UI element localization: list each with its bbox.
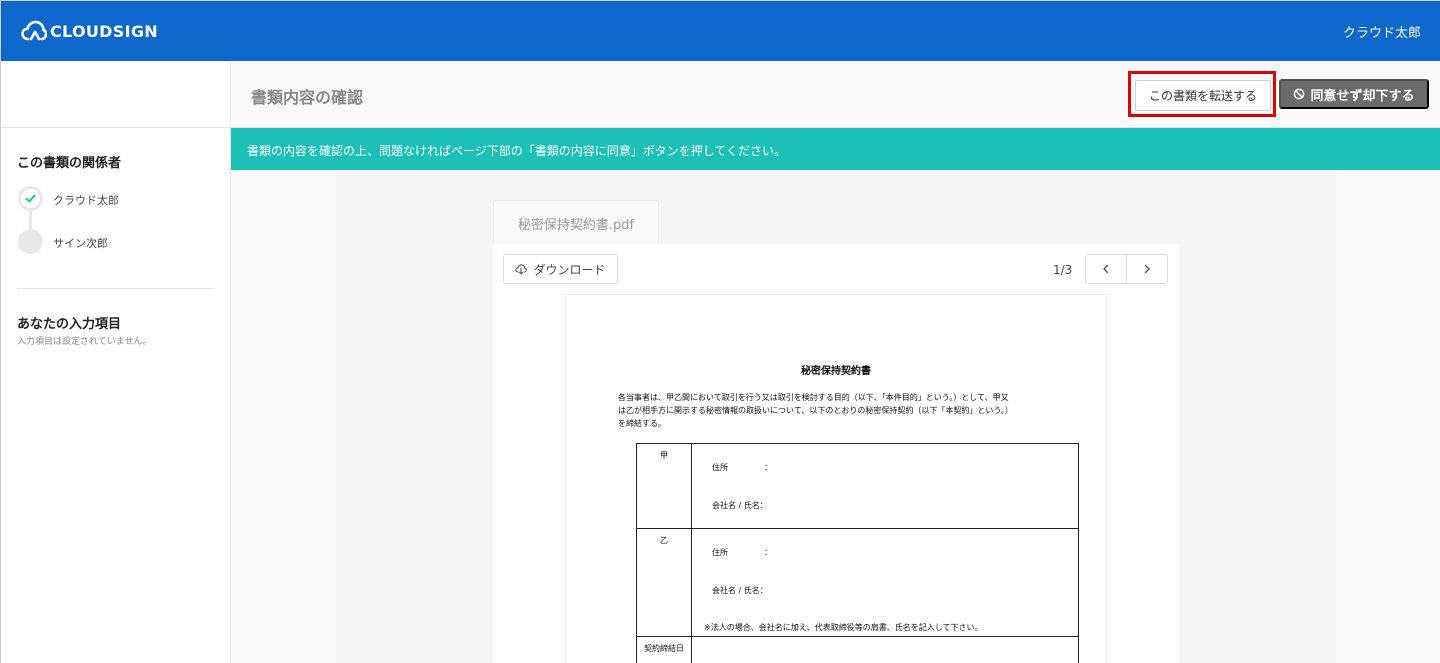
download-label: ダウンロード [533, 262, 606, 277]
reject-button-label: 同意せず却下する [1310, 87, 1415, 103]
company-label: 会社名 / 氏名： [712, 501, 768, 510]
file-tab[interactable]: 秘密保持契約書.pdf [493, 200, 659, 245]
prev-page-button[interactable] [1086, 255, 1126, 283]
party-name: クラウド太郎 [53, 194, 119, 207]
party-status-done [18, 186, 43, 211]
document-viewer: 秘密保持契約書.pdf ダウンロード 1/3 秘密保持契約書 各当事者は、甲乙間… [336, 170, 1336, 663]
corporate-note: ※法人の場合、会社名に加え、代表取締役等の肩書、氏名を記入して下さい。 [704, 623, 983, 632]
sidebar: この書類の関係者 クラウド太郎 サイン次郎 あなたの入力項目 入力項目は設定され… [1, 128, 231, 663]
pdf-title: 秘密保持契約書 [801, 366, 871, 377]
parties-title: この書類の関係者 [17, 156, 122, 171]
sidebar-header-spacer [1, 61, 231, 128]
contract-date-label: 契約締結日 [636, 636, 692, 663]
next-page-button[interactable] [1126, 255, 1167, 283]
user-menu[interactable]: クラウド太郎 [1343, 22, 1421, 41]
page-title: 書類内容の確認 [251, 88, 364, 107]
logo-text: CLOUDSIGN [50, 21, 158, 41]
party-status-pending [18, 229, 43, 254]
address-label: 住所 [712, 548, 728, 557]
inputs-note: 入力項目は設定されていません。 [17, 337, 152, 347]
party-b-label: 乙 [636, 528, 692, 637]
pdf-paragraph: 各当事者は、甲乙間において取引を行う又は取引を検討する目的（以下、「本件目的」と… [618, 393, 1013, 428]
company-label: 会社名 / 氏名： [712, 586, 768, 595]
main-content: 秘密保持契約書.pdf ダウンロード 1/3 秘密保持契約書 各当事者は、甲乙間… [231, 170, 1440, 663]
inputs-title: あなたの入力項目 [17, 317, 122, 332]
chevron-left-icon [1103, 264, 1109, 274]
pdf-page: 秘密保持契約書 各当事者は、甲乙間において取引を行う又は取引を検討する目的（以下… [565, 294, 1107, 663]
sidebar-divider [17, 288, 214, 289]
chevron-right-icon [1144, 264, 1150, 274]
cloudsign-logo[interactable]: CLOUDSIGN [21, 20, 158, 42]
instruction-banner: 書類の内容を確認の上、問題なければページ下部の「書類の内容に同意」ボタンを押して… [231, 128, 1440, 170]
cloud-download-icon [515, 264, 528, 275]
forward-document-button[interactable]: この書類を転送する [1135, 80, 1271, 111]
pager [1085, 254, 1168, 284]
address-label: 住所 [712, 463, 728, 472]
address-colon: ： [764, 548, 772, 557]
download-button[interactable]: ダウンロード [503, 254, 618, 284]
document-panel: ダウンロード 1/3 秘密保持契約書 各当事者は、甲乙間において取引を行う又は取… [493, 244, 1179, 663]
party-table: 甲 住所 ： 会社名 / 氏名： 乙 住所 ： 会社名 / 氏名： ※法人の場合… [636, 443, 1079, 663]
prohibit-icon [1294, 88, 1305, 100]
reject-button[interactable]: 同意せず却下する [1279, 79, 1429, 109]
party-a-label: 甲 [636, 443, 692, 529]
check-icon [25, 194, 36, 203]
page-indicator: 1/3 [1053, 263, 1073, 277]
page-header: 書類内容の確認 この書類を転送する 同意せず却下する [231, 61, 1440, 128]
cloud-logo-icon [21, 20, 47, 41]
top-bar: CLOUDSIGN クラウド太郎 [1, 1, 1440, 61]
party-name: サイン次郎 [53, 237, 108, 250]
address-colon: ： [764, 463, 772, 472]
